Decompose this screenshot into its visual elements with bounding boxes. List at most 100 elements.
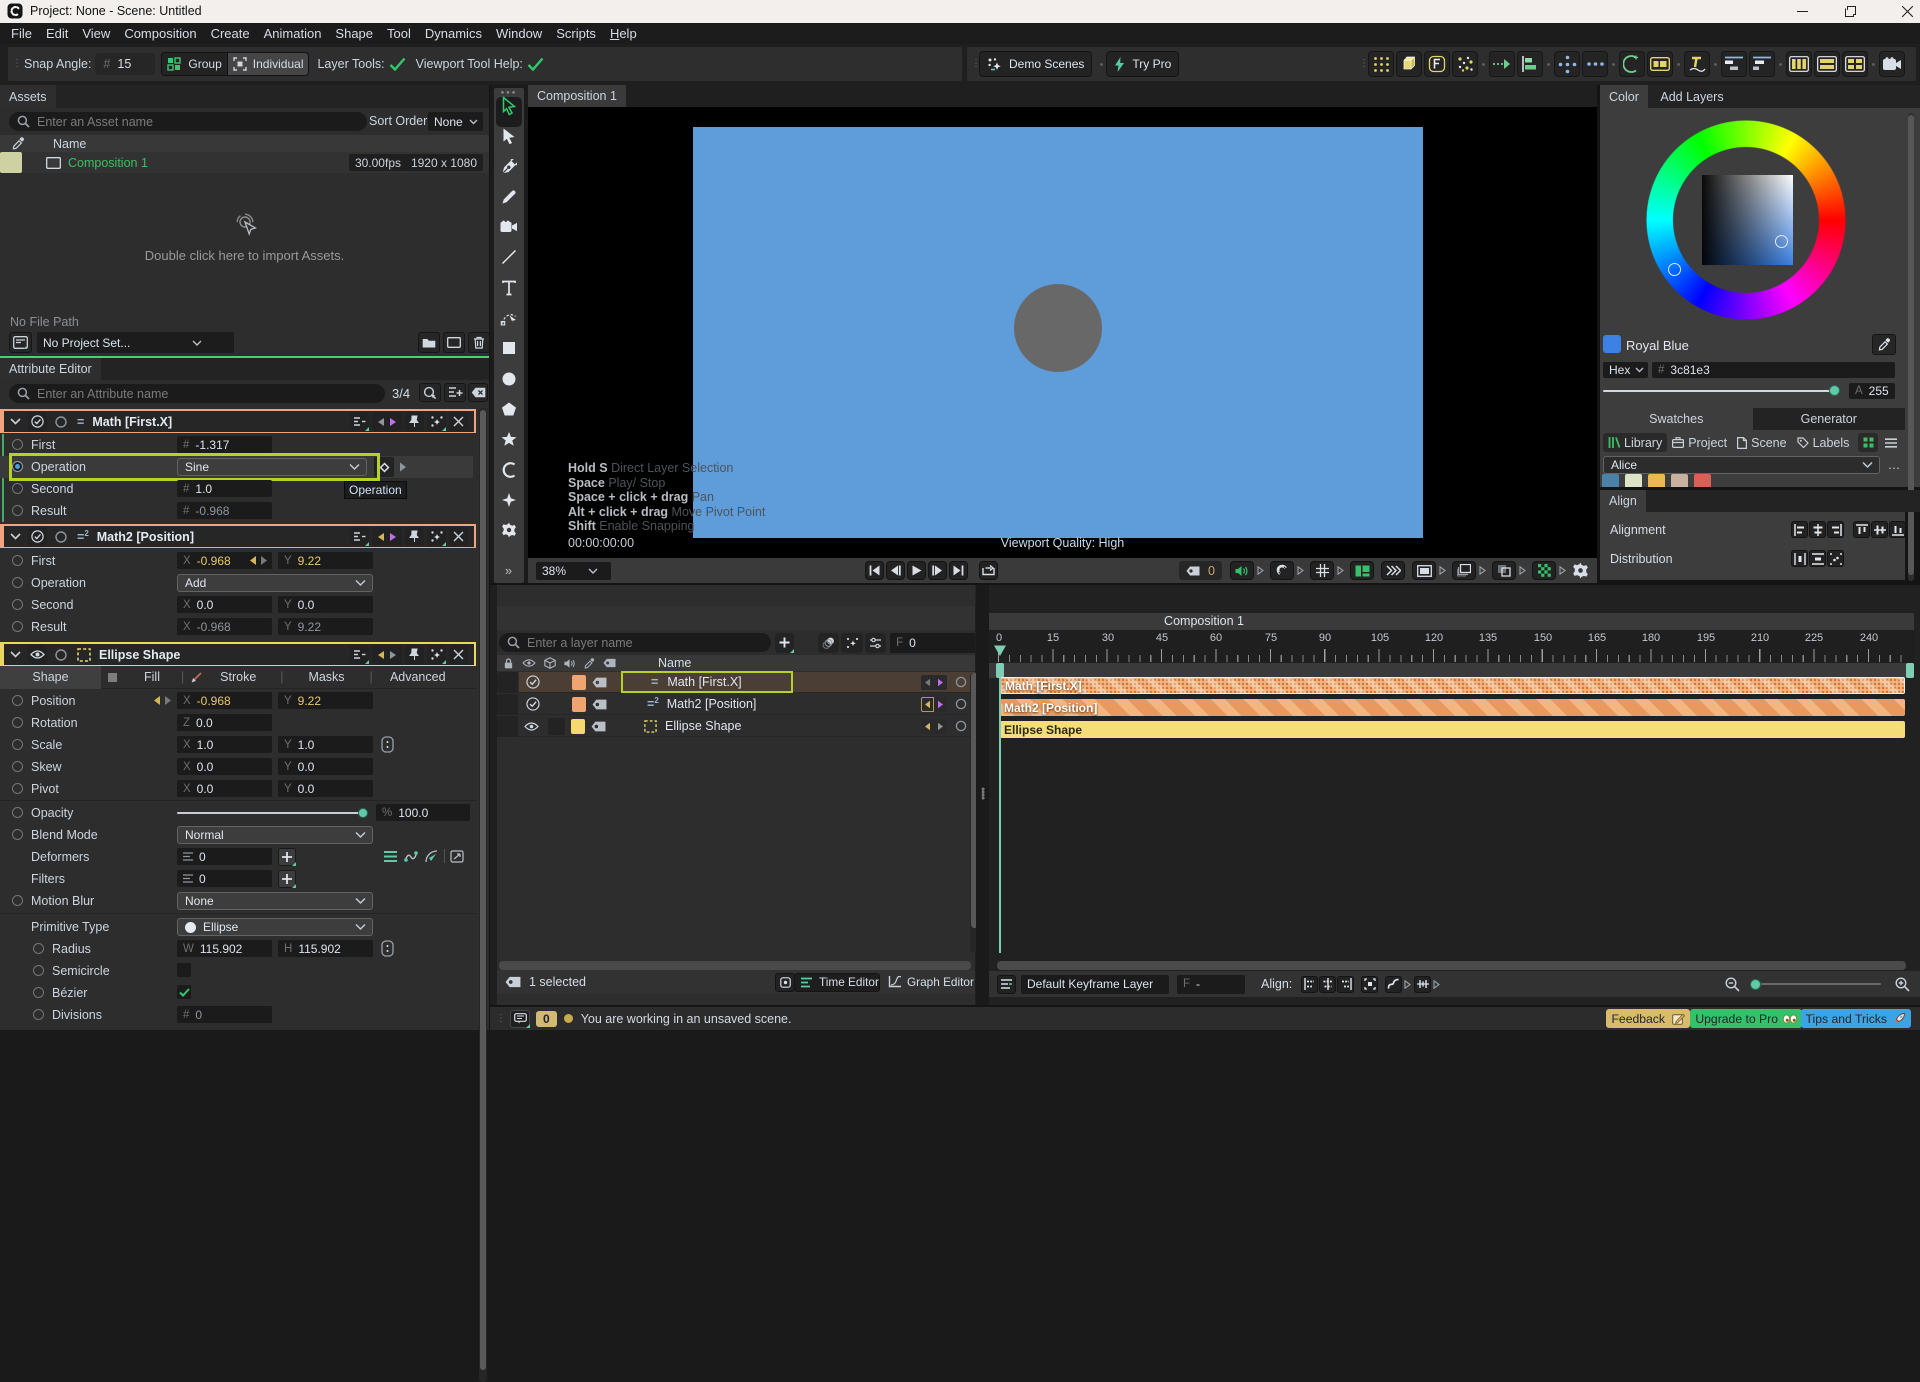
- align-blocks-tool-button[interactable]: [1517, 51, 1543, 77]
- scene-row-math1[interactable]: = Math [First.X]: [497, 671, 975, 693]
- close-section-button[interactable]: [449, 645, 468, 664]
- tab-generator[interactable]: Generator: [1753, 408, 1906, 430]
- hue-marker[interactable]: [1668, 263, 1681, 276]
- minimize-button[interactable]: [1779, 0, 1825, 23]
- menu-shape[interactable]: Shape: [328, 26, 380, 41]
- timeline-bar-math1[interactable]: Math [First.X]: [1000, 677, 1905, 694]
- loop-playback-button[interactable]: [979, 561, 998, 580]
- kf-distribute-button[interactable]: [1414, 975, 1432, 993]
- scene-row-ellipse[interactable]: Ellipse Shape: [497, 715, 975, 737]
- attribute-socket[interactable]: [12, 439, 23, 450]
- arc-tool-button[interactable]: [1619, 51, 1645, 77]
- pencil-tool-icon[interactable]: [502, 190, 517, 205]
- primitive-type-select[interactable]: Ellipse: [177, 918, 373, 936]
- edit-path-tool-icon[interactable]: [500, 311, 518, 326]
- attribute-socket[interactable]: [12, 695, 23, 706]
- grid-dots-tool-button[interactable]: [1368, 51, 1394, 77]
- swatch-grid-view-button[interactable]: [1858, 433, 1878, 452]
- hex-input[interactable]: #3c81e3: [1652, 362, 1895, 378]
- open-folder-button[interactable]: [418, 332, 440, 353]
- flyout-arrow-icon[interactable]: [1257, 566, 1264, 575]
- menu-create[interactable]: Create: [204, 26, 257, 41]
- select-tool-icon[interactable]: [501, 96, 518, 116]
- keyframe-nav[interactable]: [921, 674, 947, 690]
- position-y-input[interactable]: Y 9.22: [278, 692, 373, 709]
- columns-view-button[interactable]: [1786, 51, 1812, 77]
- sparkle-tool-icon[interactable]: [502, 493, 517, 508]
- layer-name[interactable]: Ellipse Shape: [665, 719, 741, 733]
- guides-layout-button[interactable]: [1350, 561, 1374, 580]
- pick-attribute-button[interactable]: [419, 383, 441, 402]
- star-tool-icon[interactable]: [501, 432, 517, 447]
- focus-selected-button[interactable]: [775, 972, 795, 992]
- toolstrip-grip[interactable]: ●●●: [501, 90, 518, 96]
- grid-button[interactable]: [1310, 561, 1334, 580]
- layer-search-input[interactable]: Enter a layer name: [499, 633, 771, 652]
- flyout-arrow-icon[interactable]: [1404, 979, 1412, 989]
- pen-tool-icon[interactable]: [501, 159, 517, 175]
- tips-tricks-button[interactable]: Tips and Tricks: [1800, 1009, 1911, 1028]
- scale-x-input[interactable]: X 1.0: [177, 736, 272, 753]
- playhead[interactable]: [993, 645, 1007, 657]
- tab-advanced[interactable]: Advanced: [373, 666, 463, 689]
- scene-scrollbar-h[interactable]: [499, 961, 971, 970]
- attribute-socket[interactable]: [12, 807, 23, 818]
- alpha-input[interactable]: A 255: [1849, 383, 1895, 399]
- prev-next-keyframe-buttons[interactable]: [372, 412, 402, 431]
- math2-operation-select[interactable]: Add: [177, 574, 373, 592]
- try-pro-button[interactable]: Try Pro: [1106, 51, 1180, 77]
- solo-circle-icon[interactable]: [55, 530, 67, 543]
- attribute-scrollbar[interactable]: [479, 408, 487, 1382]
- tag-counter[interactable]: 0: [1179, 561, 1222, 580]
- menu-animation[interactable]: Animation: [257, 26, 329, 41]
- connections-button[interactable]: [350, 645, 369, 664]
- tab-align[interactable]: Align: [1600, 490, 1646, 512]
- import-hint-text[interactable]: Double click here to import Assets.: [0, 248, 489, 263]
- ellipse-shape-object[interactable]: [1014, 284, 1102, 372]
- attribute-socket[interactable]: [12, 717, 23, 728]
- sequence-dots-tool-button[interactable]: [1582, 51, 1608, 77]
- solo-circle-icon[interactable]: [955, 698, 967, 710]
- tab-color[interactable]: Color: [1600, 85, 1648, 108]
- font-tool-button[interactable]: [1424, 51, 1450, 77]
- enabled-check-icon[interactable]: [526, 697, 540, 711]
- tab-attribute-editor[interactable]: Attribute Editor: [0, 358, 101, 380]
- attribute-socket[interactable]: [12, 739, 23, 750]
- palette-swatch[interactable]: [1671, 474, 1688, 487]
- color-mode-select[interactable]: Hex: [1603, 362, 1648, 378]
- filter-visible-button[interactable]: [818, 632, 840, 653]
- range-end-handle[interactable]: [1906, 663, 1914, 678]
- enabled-check-icon[interactable]: [526, 675, 540, 689]
- demo-scenes-button[interactable]: Demo Scenes: [979, 51, 1093, 77]
- dynamics-icon[interactable]: [424, 849, 439, 863]
- radius-h-input[interactable]: H 115.902: [278, 940, 373, 957]
- upgrade-pro-button[interactable]: Upgrade to Pro: [1690, 1009, 1802, 1028]
- math1-first-input[interactable]: # -1.317: [177, 436, 272, 453]
- asset-name[interactable]: Composition 1: [68, 156, 148, 170]
- link-wh-button[interactable]: [381, 940, 394, 957]
- polygon-tool-icon[interactable]: [502, 402, 517, 416]
- add-filter-button[interactable]: [278, 870, 296, 888]
- asset-color-swatch[interactable]: [0, 152, 22, 173]
- render-camera-button[interactable]: [1879, 51, 1905, 77]
- graph-editor-button[interactable]: Graph Editor: [882, 973, 975, 992]
- enabled-check-icon[interactable]: [31, 530, 44, 543]
- flyout-arrow-icon[interactable]: [1433, 979, 1441, 989]
- maximize-button[interactable]: [1827, 0, 1873, 23]
- sort-order-select[interactable]: None: [428, 112, 483, 131]
- align-left-button[interactable]: [1791, 521, 1808, 538]
- speaker-icon[interactable]: [564, 658, 576, 669]
- attribute-socket[interactable]: [12, 761, 23, 772]
- viewport-tool-help-check-icon[interactable]: [527, 57, 544, 71]
- render-toggle[interactable]: [548, 717, 565, 735]
- rows-view-button[interactable]: [1814, 51, 1840, 77]
- attribute-socket[interactable]: [12, 599, 23, 610]
- align-center-h-button[interactable]: [1809, 521, 1826, 538]
- tab-assets[interactable]: Assets: [0, 85, 56, 108]
- pivot-y-input[interactable]: Y 0.0: [278, 780, 373, 797]
- add-deformer-button[interactable]: [278, 848, 296, 866]
- distribute-v-button[interactable]: [1809, 550, 1826, 567]
- play-button[interactable]: [907, 561, 926, 580]
- lock-icon[interactable]: [504, 657, 513, 669]
- collapse-chevron-icon[interactable]: [10, 533, 21, 540]
